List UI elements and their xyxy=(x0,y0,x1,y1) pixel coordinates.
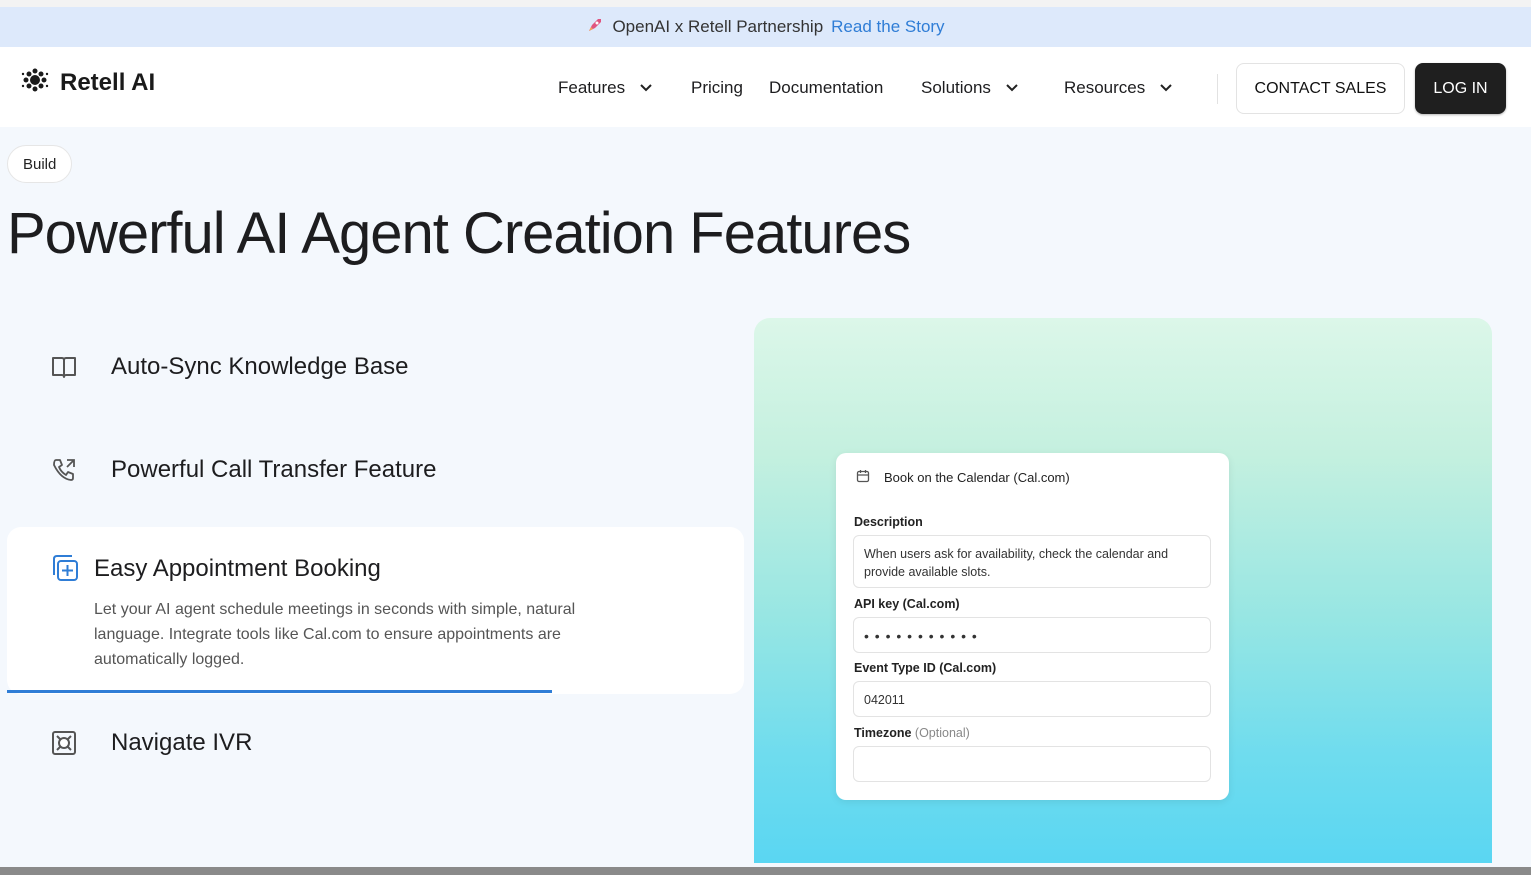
timezone-label: Timezone (Optional) xyxy=(854,726,970,740)
nav-documentation[interactable]: Documentation xyxy=(769,78,883,98)
top-strip xyxy=(0,0,1531,7)
api-key-field[interactable]: • • • • • • • • • • • xyxy=(853,617,1211,653)
top-navigation: Retell AI Features Pricing Documentation… xyxy=(0,47,1531,127)
calendar-plus-icon xyxy=(50,553,80,588)
section-tag: Build xyxy=(7,145,73,183)
feature-preview-panel: Book on the Calendar (Cal.com) Descripti… xyxy=(754,318,1492,863)
feature-progress-fill xyxy=(7,690,553,693)
read-story-link[interactable]: Read the Story xyxy=(831,17,944,37)
feature-label: Navigate IVR xyxy=(111,729,253,756)
chevron-down-icon xyxy=(639,78,653,98)
calendar-icon xyxy=(856,469,870,486)
chevron-down-icon xyxy=(1159,78,1173,98)
nav-divider xyxy=(1217,74,1218,104)
card-title: Book on the Calendar (Cal.com) xyxy=(884,470,1070,485)
logo-text: Retell AI xyxy=(60,68,156,96)
nav-pricing[interactable]: Pricing xyxy=(691,78,743,98)
feature-item-navigate-ivr[interactable]: Navigate IVR xyxy=(50,729,252,757)
optional-hint: (Optional) xyxy=(914,726,970,740)
feature-item-appointment-booking[interactable]: Easy Appointment Booking Let your AI age… xyxy=(7,527,744,694)
feature-item-knowledge-base[interactable]: Auto-Sync Knowledge Base xyxy=(50,353,409,381)
nav-resources[interactable]: Resources xyxy=(1064,78,1173,98)
event-type-label: Event Type ID (Cal.com) xyxy=(854,661,997,675)
card-header: Book on the Calendar (Cal.com) xyxy=(856,469,1070,486)
api-key-label: API key (Cal.com) xyxy=(854,597,960,611)
feature-label: Powerful Call Transfer Feature xyxy=(111,456,437,483)
event-type-field[interactable]: 042011 xyxy=(853,681,1211,717)
announcement-text: OpenAI x Retell Partnership xyxy=(612,17,824,36)
description-field[interactable]: When users ask for availability, check t… xyxy=(853,535,1211,588)
feature-item-call-transfer[interactable]: Powerful Call Transfer Feature xyxy=(50,456,436,484)
feature-label: Auto-Sync Knowledge Base xyxy=(111,353,409,380)
contact-sales-button[interactable]: CONTACT SALES xyxy=(1236,63,1405,114)
logo[interactable]: Retell AI xyxy=(20,65,155,100)
nav-solutions-label: Solutions xyxy=(921,78,991,97)
nav-features-label: Features xyxy=(558,78,626,97)
nav-documentation-label: Documentation xyxy=(769,78,884,97)
phone-forward-icon xyxy=(50,456,78,484)
timezone-field[interactable] xyxy=(853,746,1211,782)
booking-config-card: Book on the Calendar (Cal.com) Descripti… xyxy=(836,453,1229,800)
announcement-bar: OpenAI x Retell Partnership Read the Sto… xyxy=(0,7,1531,47)
feature-description: Let your AI agent schedule meetings in s… xyxy=(94,601,576,668)
nav-resources-label: Resources xyxy=(1064,78,1146,97)
ivr-icon xyxy=(50,729,78,757)
book-icon xyxy=(50,353,78,381)
feature-label: Easy Appointment Booking xyxy=(94,555,381,582)
nav-solutions[interactable]: Solutions xyxy=(921,78,1019,98)
bottom-scroll-strip xyxy=(0,867,1531,875)
nav-features[interactable]: Features xyxy=(558,78,653,98)
retell-logo-icon xyxy=(20,65,50,100)
nav-pricing-label: Pricing xyxy=(691,78,743,97)
login-button[interactable]: LOG IN xyxy=(1415,63,1506,114)
description-label: Description xyxy=(854,515,923,529)
timezone-label-text: Timezone xyxy=(854,726,912,740)
feature-progress xyxy=(7,690,744,693)
chevron-down-icon xyxy=(1005,78,1019,98)
rocket-icon xyxy=(586,16,604,39)
page-title: Powerful AI Agent Creation Features xyxy=(7,201,911,266)
